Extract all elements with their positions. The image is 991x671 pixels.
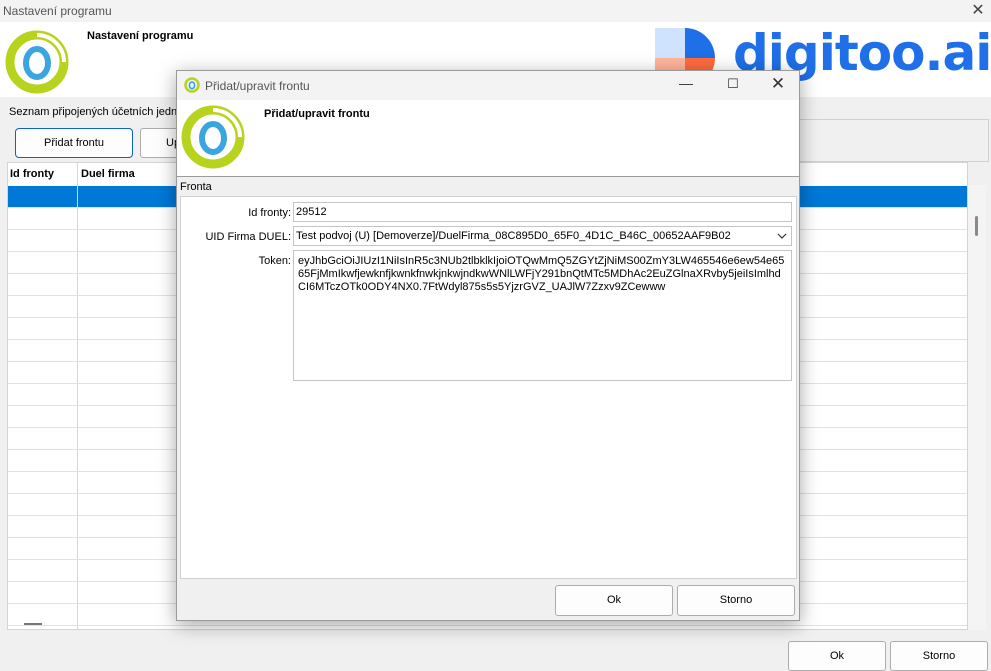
dialog-logo-icon bbox=[181, 105, 245, 169]
dialog-titlebar: Přidat/upravit frontu — ☐ ✕ bbox=[177, 71, 799, 100]
queue-group-label: Fronta bbox=[180, 181, 212, 193]
dialog-app-icon bbox=[184, 77, 200, 93]
token-label: Token: bbox=[258, 255, 291, 267]
id-fronty-label: Id fronty: bbox=[248, 207, 291, 219]
uid-firma-label: UID Firma DUEL: bbox=[205, 231, 291, 243]
main-close-icon[interactable]: ✕ bbox=[968, 1, 988, 21]
dialog-storno-button[interactable]: Storno bbox=[677, 585, 795, 616]
grid-scroll-thumb[interactable] bbox=[975, 216, 978, 236]
column-header-id-fronty[interactable]: Id fronty bbox=[10, 168, 54, 180]
table-row bbox=[8, 625, 967, 626]
queue-group: Id fronty: 29512 UID Firma DUEL: Test po… bbox=[180, 196, 797, 579]
close-icon[interactable]: ✕ bbox=[767, 74, 789, 96]
grid-vertical-scrollbar[interactable] bbox=[968, 185, 986, 630]
app-logo-icon bbox=[5, 30, 69, 94]
chevron-down-icon bbox=[777, 233, 787, 239]
uid-firma-value: Test podvoj (U) [Demoverze]/DuelFirma_08… bbox=[296, 230, 731, 242]
add-queue-button[interactable]: Přidat frontu bbox=[15, 128, 133, 158]
column-header-duel-firma[interactable]: Duel firma bbox=[81, 168, 135, 180]
dialog-ok-button[interactable]: Ok bbox=[555, 585, 673, 616]
main-storno-button[interactable]: Storno bbox=[890, 641, 988, 671]
id-fronty-field[interactable]: 29512 bbox=[293, 202, 792, 222]
dialog-title: Přidat/upravit frontu bbox=[205, 79, 310, 93]
uid-firma-select[interactable]: Test podvoj (U) [Demoverze]/DuelFirma_08… bbox=[293, 226, 792, 246]
token-textarea[interactable]: eyJhbGciOiJIUzI1NiIsInR5c3NUb2tlbklkIjoi… bbox=[293, 250, 792, 381]
background-panel bbox=[799, 119, 989, 162]
grid-horizontal-scroll-thumb[interactable] bbox=[24, 623, 42, 625]
main-ok-button[interactable]: Ok bbox=[788, 641, 886, 671]
maximize-icon[interactable]: ☐ bbox=[722, 76, 744, 96]
minimize-icon[interactable]: — bbox=[675, 75, 697, 95]
main-header-title: Nastavení programu bbox=[87, 30, 194, 42]
main-window-title: Nastavení programu bbox=[3, 4, 112, 18]
dialog-header-title: Přidat/upravit frontu bbox=[264, 108, 370, 120]
connected-units-caption: Seznam připojených účetních jedno bbox=[9, 106, 184, 118]
add-edit-queue-dialog: Přidat/upravit frontu — ☐ ✕ Přidat/uprav… bbox=[176, 70, 800, 621]
dialog-header: Přidat/upravit frontu bbox=[177, 100, 799, 177]
main-titlebar bbox=[0, 0, 991, 22]
